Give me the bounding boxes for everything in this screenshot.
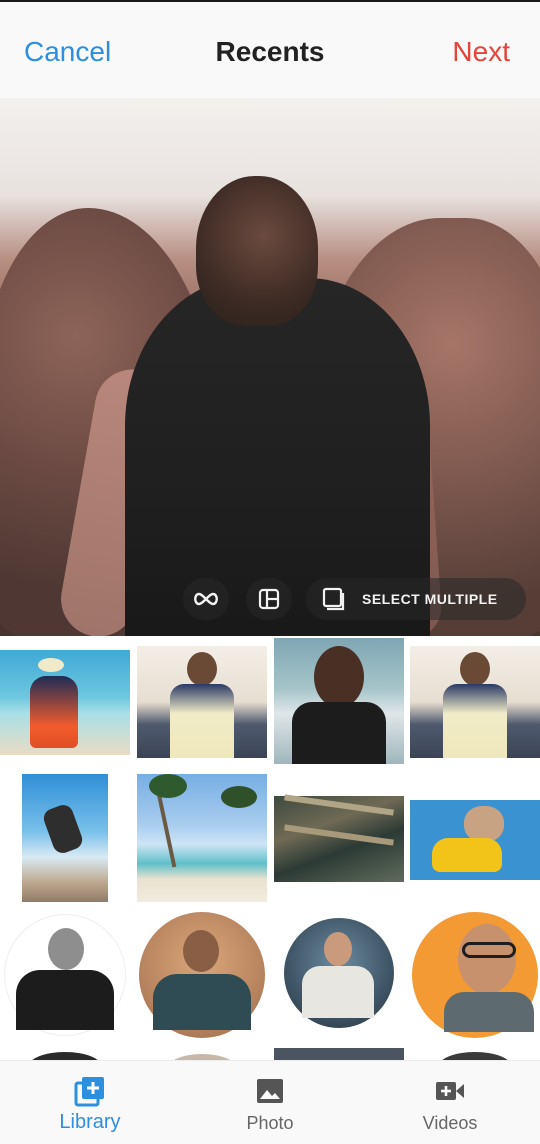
tab-label: Videos <box>422 1113 478 1133</box>
grid-thumbnail-partial[interactable] <box>137 1044 267 1060</box>
photo-grid <box>0 636 540 1060</box>
tab-label: Library <box>59 1111 121 1133</box>
grid-thumbnail-bald-man-thumbs-up[interactable] <box>0 908 130 1040</box>
grid-thumbnail-seaweed-farm[interactable] <box>274 772 404 904</box>
grid-thumbnail-palm-trees-beach[interactable] <box>137 772 267 904</box>
tab-videos[interactable]: Videos <box>360 1061 540 1144</box>
grid-thumbnail-partial[interactable] <box>410 1044 540 1060</box>
boomerang-button[interactable] <box>183 578 229 620</box>
layout-button[interactable] <box>246 578 292 620</box>
grid-thumbnail-woman-beach-drink[interactable] <box>0 636 130 768</box>
grid-thumbnail-partial[interactable] <box>0 1044 130 1060</box>
grid-thumbnail-woman-apron-kitchen[interactable] <box>137 636 267 768</box>
tab-photo[interactable]: Photo <box>180 1061 360 1144</box>
selected-photo-preview[interactable] <box>0 98 540 636</box>
grid-thumbnail-woman-chef-mixing[interactable] <box>274 908 404 1040</box>
grid-thumbnail-french-bulldog-yellow[interactable] <box>410 772 540 904</box>
tab-library[interactable]: Library <box>0 1061 180 1144</box>
select-multiple-button[interactable]: SELECT MULTIPLE <box>306 578 526 620</box>
preview-person-head <box>196 176 318 326</box>
grid-thumbnail-man-seated-smiling[interactable] <box>137 908 267 1040</box>
select-multiple-label: SELECT MULTIPLE <box>362 591 498 607</box>
next-button[interactable]: Next <box>452 36 510 68</box>
multi-select-icon <box>322 587 345 611</box>
grid-thumbnail-woman-apron-kitchen[interactable] <box>410 636 540 768</box>
tab-label: Photo <box>246 1113 294 1133</box>
grid-thumbnail-partial[interactable] <box>274 1044 404 1060</box>
grid-thumbnail-man-smiling-cafe[interactable] <box>274 636 404 768</box>
top-bar: Cancel Recents Next <box>0 0 540 98</box>
infinity-icon <box>194 592 218 606</box>
video-add-icon <box>436 1082 464 1100</box>
image-icon <box>257 1079 283 1103</box>
bottom-tab-bar: Library Photo Videos <box>0 1060 540 1144</box>
layout-icon <box>258 588 280 610</box>
grid-thumbnail-man-glasses-orange[interactable] <box>410 908 540 1040</box>
add-library-icon <box>74 1077 104 1107</box>
grid-thumbnail-man-skateboarding[interactable] <box>0 772 130 904</box>
